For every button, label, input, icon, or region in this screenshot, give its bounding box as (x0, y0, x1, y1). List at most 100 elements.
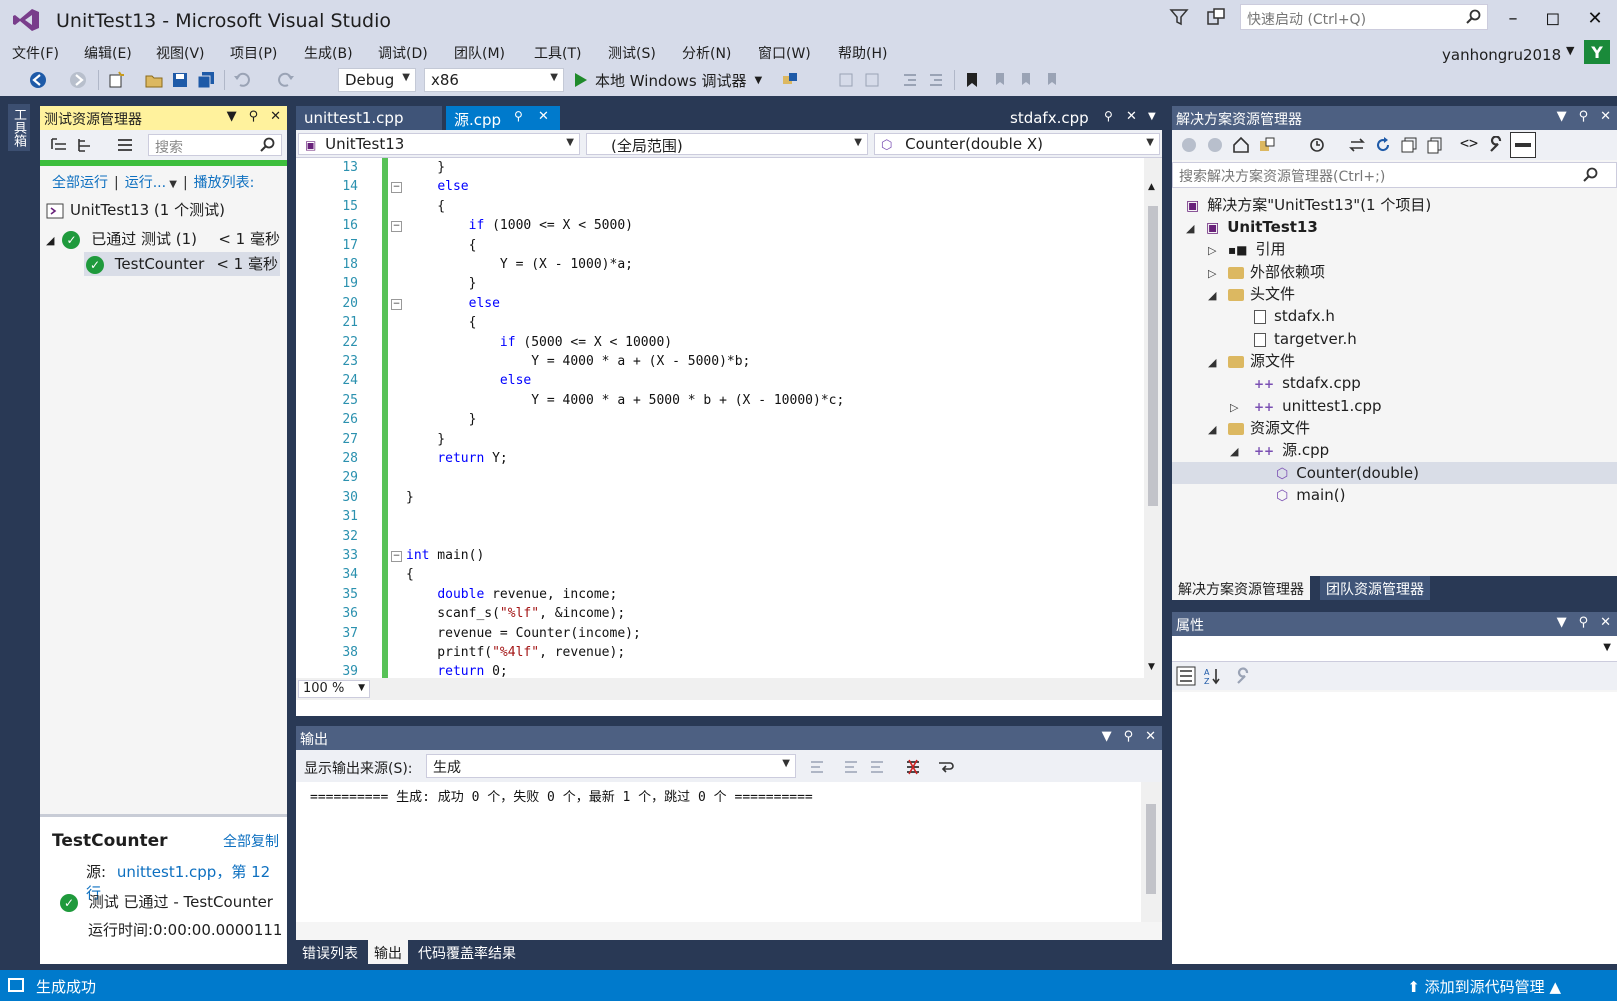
properties-object-select[interactable]: ▼ (1172, 636, 1617, 662)
project-node[interactable]: ◢ ▣ UnitTest13 (1186, 216, 1318, 238)
solution-node[interactable]: ▣ 解决方案"UnitTest13"(1 个项目) (1186, 194, 1431, 216)
test-hierarchy-icon[interactable] (76, 136, 94, 154)
playlist-link[interactable]: 播放列表: (194, 175, 255, 191)
pin-icon[interactable]: ⚲ (1104, 109, 1113, 123)
open-file-icon[interactable] (144, 70, 164, 90)
user-name[interactable]: yanhongru2018 (1442, 46, 1561, 64)
tab-source-cpp[interactable]: 源.cpp ⚲ ✕ (446, 106, 560, 130)
close-icon[interactable]: ✕ (1145, 729, 1156, 744)
expand-icon[interactable]: ▷ (1208, 263, 1222, 285)
home-icon[interactable] (1232, 136, 1250, 154)
switch-views-icon[interactable] (1258, 136, 1276, 154)
code-text-area[interactable]: 13 14 15 16 17 18 19 20 21 22 23 24 25 26 27 28 29 30 31 32… (296, 158, 1162, 678)
member-main[interactable]: ⬡ main() (1276, 484, 1345, 506)
menu-tools[interactable]: 工具(T) (534, 43, 581, 63)
pin-icon[interactable]: ⚲ (514, 109, 523, 123)
close-icon[interactable]: ✕ (1600, 109, 1611, 124)
tab-solution-explorer[interactable]: 解决方案资源管理器 (1172, 576, 1310, 600)
notification-filter-icon[interactable] (1168, 6, 1190, 28)
navigate-forward-icon[interactable] (68, 70, 88, 90)
scope-navigation-select[interactable]: (全局范围) ▼ (586, 133, 868, 155)
scroll-down-icon[interactable]: ▼ (1148, 662, 1155, 672)
pin-icon[interactable]: ⚲ (1579, 615, 1589, 630)
menu-build[interactable]: 生成(B) (304, 43, 353, 63)
tab-error-list[interactable]: 错误列表 (296, 940, 364, 964)
forward-icon[interactable] (1206, 136, 1224, 154)
close-icon[interactable]: ✕ (270, 109, 281, 124)
expand-icon[interactable]: ◢ (1208, 352, 1222, 374)
minimize-button[interactable]: – (1498, 6, 1528, 32)
close-window-button[interactable]: ✕ (1580, 6, 1610, 32)
navigate-back-icon[interactable] (28, 70, 48, 90)
properties-wrench-icon[interactable] (1488, 136, 1506, 154)
clear-all-icon[interactable] (904, 758, 922, 776)
alphabetical-icon[interactable]: AZ (1202, 666, 1222, 686)
menu-project[interactable]: 项目(P) (230, 43, 277, 63)
member-navigation-select[interactable]: ⬡ Counter(double X) ▼ (874, 133, 1160, 155)
avatar[interactable]: Y (1584, 40, 1610, 66)
save-all-icon[interactable] (196, 70, 216, 90)
collapse-all-icon[interactable] (1400, 136, 1418, 154)
output-text[interactable]: ========== 生成: 成功 0 个，失败 0 个，最新 1 个，跳过 0… (296, 782, 1141, 922)
tab-output[interactable]: 输出 (368, 940, 408, 964)
chevron-down-icon[interactable]: ▼ (227, 109, 237, 124)
tab-unittest1-cpp[interactable]: unittest1.cpp (296, 106, 442, 130)
chevron-down-icon[interactable]: ▼ (166, 179, 177, 190)
file-targetver-h[interactable]: targetver.h (1254, 328, 1357, 350)
property-pages-wrench-icon[interactable] (1234, 666, 1254, 686)
pending-changes-filter-icon[interactable] (1308, 136, 1326, 154)
comment-out-icon[interactable] (836, 70, 856, 90)
show-all-files-icon[interactable] (1426, 136, 1444, 154)
browser-link-icon[interactable] (780, 70, 800, 90)
expand-icon[interactable]: ▷ (1230, 397, 1244, 419)
word-wrap-icon[interactable] (936, 758, 954, 776)
menu-test[interactable]: 测试(S) (608, 43, 656, 63)
chevron-down-icon[interactable]: ▼ (1148, 111, 1156, 122)
solution-configuration-select[interactable]: Debug ▼ (338, 68, 416, 92)
feedback-icon[interactable] (1205, 6, 1227, 28)
external-dependencies-node[interactable]: ▷ 外部依赖项 (1208, 261, 1325, 283)
menu-help[interactable]: 帮助(H) (838, 43, 887, 63)
chevron-down-icon[interactable]: ▼ (1557, 615, 1567, 630)
expand-icon[interactable]: ▷ (1208, 240, 1222, 262)
test-project-node[interactable]: UnitTest13 (1 个测试) (46, 198, 225, 222)
file-unittest1-cpp[interactable]: ▷ ++ unittest1.cpp (1230, 395, 1382, 417)
start-debugging-button[interactable]: 本地 Windows 调试器 ▼ (575, 69, 762, 91)
pin-icon[interactable]: ⚲ (1579, 109, 1589, 124)
menu-file[interactable]: 文件(F) (12, 43, 59, 63)
categorized-icon[interactable] (1176, 666, 1196, 686)
passed-tests-group[interactable]: ◢ ✓ 已通过 测试 (1) < 1 毫秒 (46, 227, 282, 251)
editor-vertical-scrollbar[interactable]: ▲ ▼ (1144, 158, 1162, 678)
preview-selected-items-button[interactable] (1510, 132, 1536, 158)
expand-icon[interactable]: ◢ (1208, 285, 1222, 307)
save-icon[interactable] (170, 70, 190, 90)
header-files-node[interactable]: ◢ 头文件 (1208, 283, 1295, 305)
test-item-testcounter[interactable]: ✓ TestCounter < 1 毫秒 (84, 252, 280, 276)
project-navigation-select[interactable]: ▣ UnitTest13 ▼ (298, 133, 580, 155)
menu-window[interactable]: 窗口(W) (758, 43, 811, 63)
pin-icon[interactable]: ⚲ (1124, 729, 1134, 744)
sync-with-document-icon[interactable] (1348, 136, 1366, 154)
close-icon[interactable]: ✕ (1600, 615, 1611, 630)
add-to-source-control-button[interactable]: ⬆ 添加到源代码管理 ▲ (1407, 976, 1561, 997)
refresh-icon[interactable] (1374, 136, 1392, 154)
zoom-select[interactable]: 100 % ▼ (298, 680, 370, 698)
increase-indent-icon[interactable] (926, 70, 946, 90)
next-message-icon[interactable] (868, 758, 886, 776)
toolbox-tab[interactable]: 工具箱 (8, 104, 30, 151)
run-link[interactable]: 运行... (125, 175, 166, 191)
editor-horizontal-scrollbar[interactable]: 100 % ▼ (296, 678, 1162, 700)
close-icon[interactable]: ✕ (1126, 109, 1137, 124)
new-project-icon[interactable] (106, 70, 126, 90)
expand-icon[interactable]: ◢ (46, 234, 54, 247)
list-view-icon[interactable] (116, 136, 134, 154)
file-stdafx-cpp[interactable]: ++ stdafx.cpp (1254, 372, 1361, 394)
test-search-input[interactable]: 搜索 (148, 134, 282, 156)
collapse-region-icon[interactable]: − (391, 298, 402, 310)
tab-code-coverage[interactable]: 代码覆盖率结果 (412, 940, 522, 964)
chevron-down-icon[interactable]: ▼ (1566, 44, 1574, 57)
bookmark-icon[interactable] (962, 70, 982, 90)
menu-debug[interactable]: 调试(D) (378, 43, 428, 63)
solution-platform-select[interactable]: x86 ▼ (424, 68, 564, 92)
collapse-region-icon[interactable]: − (391, 182, 402, 194)
